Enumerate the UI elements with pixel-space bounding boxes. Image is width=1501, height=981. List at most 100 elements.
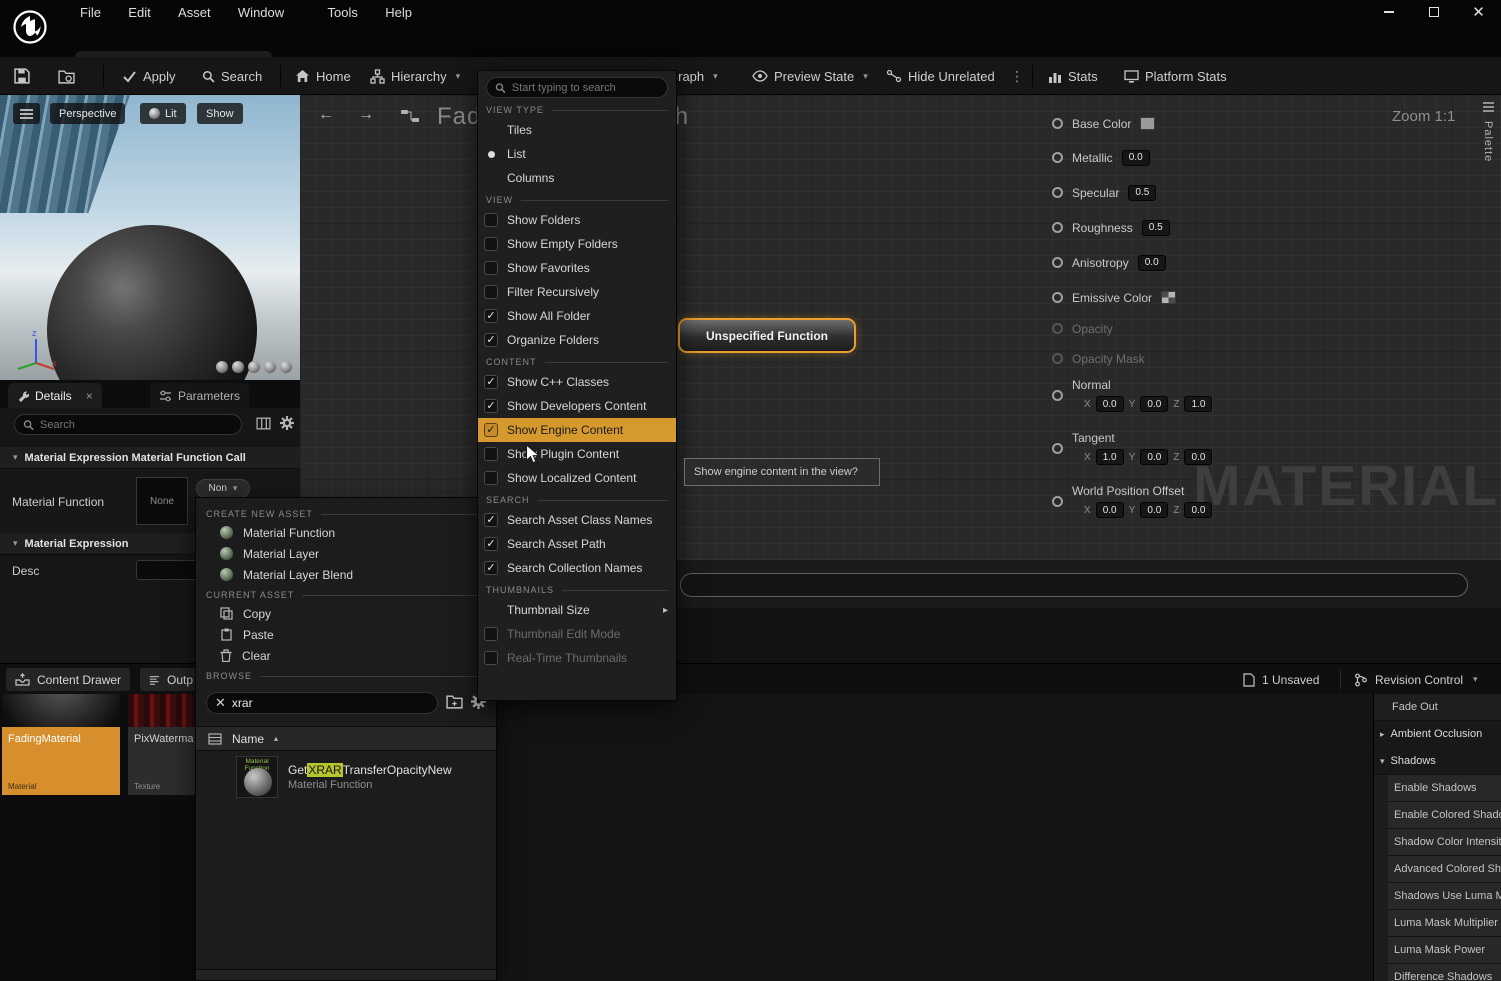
pin-value-z[interactable]: 0.0 <box>1184 449 1212 465</box>
menu-item-material-layer[interactable]: Material Layer <box>196 543 496 564</box>
pin-value-y[interactable]: 0.0 <box>1140 449 1168 465</box>
results-column-header[interactable]: Name ▴ <box>196 726 496 751</box>
pin-tangent[interactable]: Tangent X1.0 Y0.0 Z0.0 <box>1052 431 1212 465</box>
option-search-asset-path[interactable]: Search Asset Path <box>478 532 676 556</box>
property-row-luma-mask-power[interactable]: Luma Mask Power <box>1388 937 1501 964</box>
option-show-localized-content[interactable]: Show Localized Content <box>478 466 676 490</box>
menu-file[interactable]: File <box>68 0 113 24</box>
property-row-enable-shadows[interactable]: Enable Shadows <box>1388 775 1501 802</box>
pin-world-position-offset[interactable]: World Position Offset X0.0 Y0.0 Z0.0 <box>1052 484 1212 518</box>
menu-item-copy[interactable]: Copy <box>196 603 496 624</box>
pin-value[interactable]: 0.5 <box>1142 220 1170 236</box>
option-show-empty-folders[interactable]: Show Empty Folders <box>478 232 676 256</box>
option-show-engine-content[interactable]: Show Engine Content <box>478 418 676 442</box>
checkbox[interactable] <box>484 513 498 527</box>
filter-search-box[interactable] <box>486 77 668 98</box>
hierarchy-button[interactable]: Hierarchy ▾ <box>370 57 460 95</box>
more-options-kebab-icon[interactable]: ⋮ <box>1010 57 1024 95</box>
checkbox[interactable] <box>484 447 498 461</box>
pin-normal[interactable]: Normal X0.0 Y0.0 Z1.0 <box>1052 378 1212 412</box>
pin-socket-icon[interactable] <box>1052 353 1063 364</box>
lit-mode-button[interactable]: Lit <box>140 103 186 124</box>
browse-to-asset-button[interactable] <box>58 57 75 95</box>
save-button[interactable] <box>14 57 30 95</box>
save-search-folder-icon[interactable] <box>446 694 463 712</box>
view-type-columns[interactable]: Columns <box>478 166 676 190</box>
viewport-display-options[interactable] <box>216 361 292 373</box>
property-row-shadows-use-luma[interactable]: Shadows Use Luma M <box>1388 883 1501 910</box>
pin-socket-icon[interactable] <box>1052 152 1063 163</box>
tab-details[interactable]: Details × <box>8 383 102 408</box>
checkbox[interactable] <box>484 627 498 641</box>
menu-resize-grip[interactable] <box>196 969 496 980</box>
minimize-button[interactable] <box>1366 0 1411 24</box>
checkbox[interactable] <box>484 375 498 389</box>
unspecified-function-node[interactable]: Unspecified Function <box>680 320 854 351</box>
checkbox[interactable] <box>484 537 498 551</box>
pin-socket-icon[interactable] <box>1052 292 1063 303</box>
menu-asset[interactable]: Asset <box>166 0 223 24</box>
asset-result-row[interactable]: Material Function GetXRARTransferOpacity… <box>196 751 496 803</box>
filter-search-input[interactable] <box>512 82 659 94</box>
radio-button[interactable] <box>484 147 498 161</box>
pin-socket-icon[interactable] <box>1052 390 1063 401</box>
color-swatch[interactable] <box>1140 117 1155 130</box>
pin-value-y[interactable]: 0.0 <box>1140 396 1168 412</box>
picker-search-box[interactable]: ✕ <box>206 692 438 714</box>
display-sphere-icon[interactable] <box>264 361 276 373</box>
display-filter-icon[interactable] <box>256 417 271 433</box>
pin-anisotropy[interactable]: Anisotropy 0.0 <box>1052 254 1166 271</box>
palette-tab[interactable]: Palette <box>1476 101 1500 251</box>
asset-tile-fadingmaterial[interactable]: FadingMaterial Material <box>2 694 120 795</box>
display-sphere-icon[interactable] <box>280 361 292 373</box>
picker-search-input[interactable] <box>232 696 429 710</box>
tab-parameters[interactable]: Parameters <box>150 383 249 408</box>
maximize-button[interactable] <box>1411 0 1456 24</box>
option-show-cpp-classes[interactable]: Show C++ Classes <box>478 370 676 394</box>
content-drawer-button[interactable]: Content Drawer <box>6 668 130 691</box>
option-show-plugin-content[interactable]: Show Plugin Content <box>478 442 676 466</box>
option-thumbnail-size[interactable]: Thumbnail Size▸ <box>478 598 676 622</box>
radio-button[interactable] <box>484 171 498 185</box>
pin-value-x[interactable]: 0.0 <box>1096 502 1124 518</box>
category-shadows[interactable]: ▾Shadows <box>1374 748 1501 775</box>
option-show-developers-content[interactable]: Show Developers Content <box>478 394 676 418</box>
perspective-button[interactable]: Perspective <box>50 103 125 124</box>
property-row-enable-colored-shadows[interactable]: Enable Colored Shadow <box>1388 802 1501 829</box>
show-button[interactable]: Show <box>197 103 243 124</box>
menu-help[interactable]: Help <box>373 0 424 24</box>
details-search-input[interactable] <box>40 419 233 431</box>
property-row-luma-mask-multiplier[interactable]: Luma Mask Multiplier <box>1388 910 1501 937</box>
pin-opacity[interactable]: Opacity <box>1052 320 1113 337</box>
viewport-menu-hamburger-icon[interactable] <box>13 103 40 124</box>
pin-specular[interactable]: Specular 0.5 <box>1052 184 1156 201</box>
pin-roughness[interactable]: Roughness 0.5 <box>1052 219 1170 236</box>
checkbox[interactable] <box>484 237 498 251</box>
property-row-fade-out[interactable]: Fade Out <box>1374 694 1501 721</box>
pin-value[interactable]: 0.0 <box>1138 255 1166 271</box>
color-swatch-checker[interactable] <box>1161 291 1176 304</box>
menu-item-paste[interactable]: Paste <box>196 624 496 645</box>
menu-tools[interactable]: Tools <box>316 0 370 24</box>
stats-button[interactable]: Stats <box>1048 57 1098 95</box>
property-row-difference-shadows[interactable]: Difference Shadows <box>1388 964 1501 981</box>
display-sphere-icon[interactable] <box>248 361 260 373</box>
material-function-thumbnail[interactable]: None <box>136 477 188 525</box>
display-sphere-icon[interactable] <box>216 361 228 373</box>
checkbox[interactable] <box>484 309 498 323</box>
pin-value-z[interactable]: 0.0 <box>1184 502 1212 518</box>
pin-socket-icon[interactable] <box>1052 222 1063 233</box>
pin-value-y[interactable]: 0.0 <box>1140 502 1168 518</box>
apply-button[interactable]: Apply <box>122 57 176 95</box>
details-settings-gear-icon[interactable] <box>280 416 294 433</box>
pin-value-z[interactable]: 1.0 <box>1184 396 1212 412</box>
pin-emissive-color[interactable]: Emissive Color <box>1052 289 1176 306</box>
option-organize-folders[interactable]: Organize Folders <box>478 328 676 352</box>
section-material-function-call[interactable]: ▾ Material Expression Material Function … <box>0 447 300 469</box>
clear-search-icon[interactable]: ✕ <box>215 695 226 711</box>
view-type-tiles[interactable]: Tiles <box>478 118 676 142</box>
nav-back-icon[interactable]: ← <box>318 106 334 124</box>
pin-value-x[interactable]: 0.0 <box>1096 396 1124 412</box>
pin-metallic[interactable]: Metallic 0.0 <box>1052 149 1150 166</box>
details-search-box[interactable] <box>14 414 242 435</box>
